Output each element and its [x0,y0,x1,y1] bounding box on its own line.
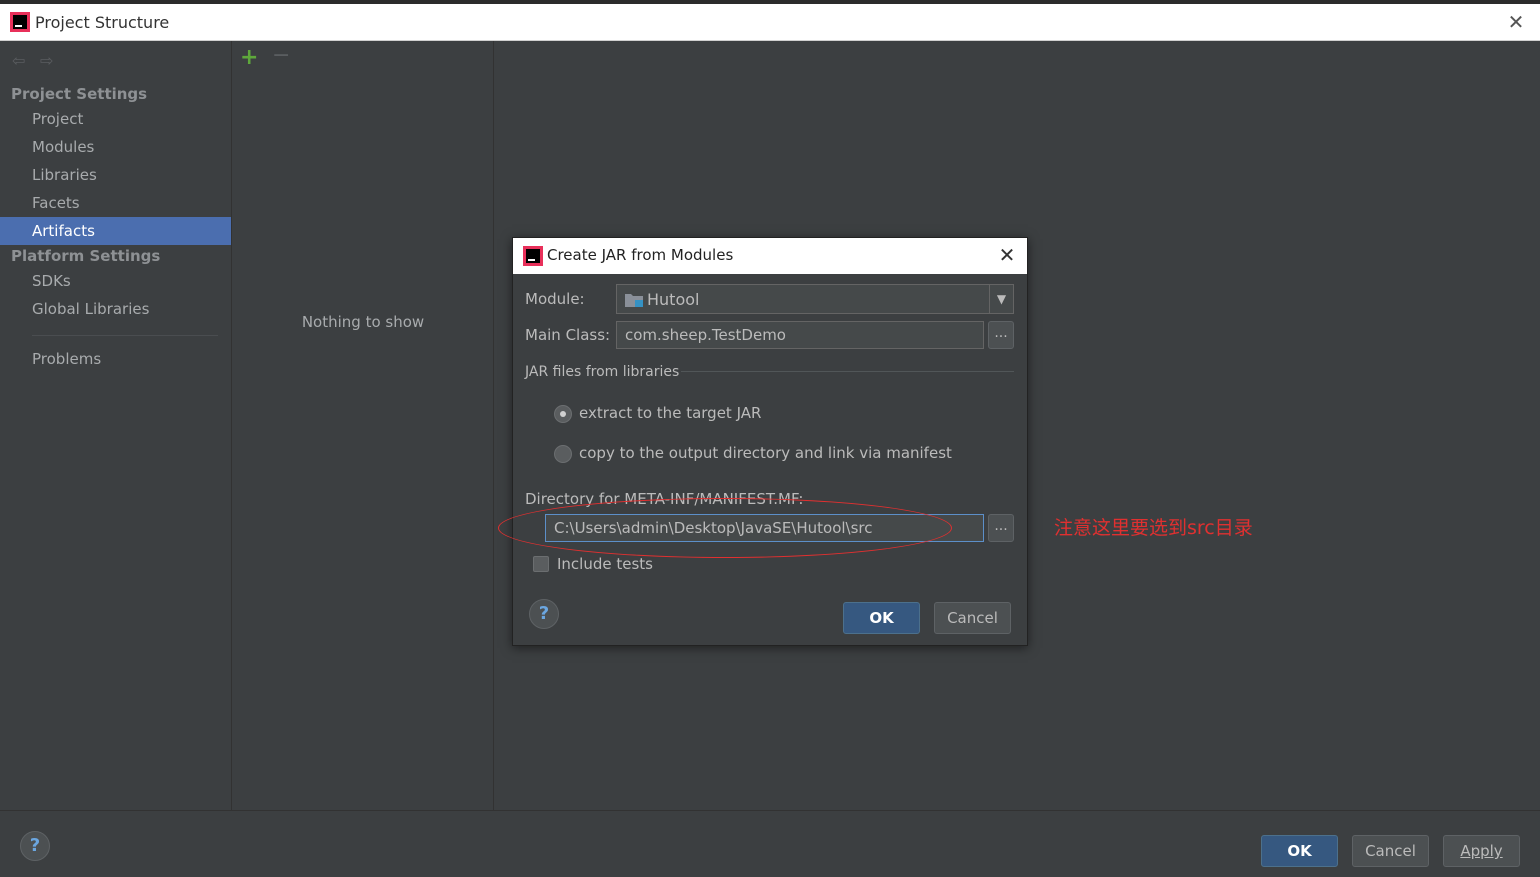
manifest-dir-browse-button[interactable]: ... [988,514,1014,542]
chevron-down-icon[interactable]: ▼ [989,285,1013,313]
manifest-dir-label: Directory for META-INF/MANIFEST.MF: [525,490,804,508]
sidebar-item-modules[interactable]: Modules [0,133,231,161]
extract-radio[interactable] [554,405,572,423]
ok-button[interactable]: OK [1261,835,1338,867]
dialog-button-bar: ? OK Cancel Apply [0,810,1540,877]
module-folder-icon [625,294,643,307]
dialog-close-icon[interactable]: ✕ [995,243,1019,267]
dialog-cancel-button[interactable]: Cancel [934,602,1011,634]
dialog-ok-button[interactable]: OK [843,602,920,634]
module-select[interactable]: Hutool ▼ [616,284,1014,314]
project-settings-header: Project Settings [11,85,148,103]
apply-button[interactable]: Apply [1443,835,1520,867]
window-title: Project Structure [35,13,170,32]
module-value: Hutool [647,290,700,309]
apply-label: Apply [1460,842,1503,860]
copy-radio-label[interactable]: copy to the output directory and link vi… [579,444,952,462]
create-jar-dialog: Create JAR from Modules ✕ Module: Hutool… [512,237,1028,646]
sidebar-item-sdks[interactable]: SDKs [0,267,231,295]
copy-radio[interactable] [554,445,572,463]
help-button[interactable]: ? [20,831,50,861]
forward-arrow-icon[interactable]: ⇨ [40,51,58,70]
nav-history: ⇦ ⇨ [12,51,68,70]
close-icon[interactable]: ✕ [1504,10,1528,34]
sidebar-divider [32,335,218,336]
main-class-browse-button[interactable]: ... [988,321,1014,349]
cancel-button[interactable]: Cancel [1352,835,1429,867]
intellij-logo-icon [523,246,543,266]
sidebar-item-project[interactable]: Project [0,105,231,133]
sidebar-item-facets[interactable]: Facets [0,189,231,217]
include-tests-checkbox[interactable] [533,556,549,572]
include-tests-label[interactable]: Include tests [557,555,653,573]
main-class-label: Main Class: [525,326,611,344]
remove-icon[interactable]: − [272,43,290,68]
back-arrow-icon[interactable]: ⇦ [12,51,30,70]
platform-settings-header: Platform Settings [11,247,161,265]
extract-radio-label[interactable]: extract to the target JAR [579,404,761,422]
sidebar-item-libraries[interactable]: Libraries [0,161,231,189]
sidebar-item-problems[interactable]: Problems [0,345,231,373]
sidebar-item-artifacts[interactable]: Artifacts [0,217,231,245]
sidebar-item-global-libraries[interactable]: Global Libraries [0,295,231,323]
window-titlebar: Project Structure ✕ [0,4,1540,41]
intellij-logo-icon [10,12,30,32]
dialog-title: Create JAR from Modules [547,246,734,264]
add-icon[interactable]: + [240,45,258,70]
annotation-text: 注意这里要选到src目录 [1054,517,1253,539]
settings-sidebar: ⇦ ⇨ Project Settings Project Modules Libr… [0,41,232,810]
manifest-dir-field[interactable]: C:\Users\admin\Desktop\JavaSE\Hutool\src [545,514,984,542]
dialog-titlebar: Create JAR from Modules ✕ [513,238,1027,274]
group-divider [681,371,1014,372]
artifacts-list-panel: + − Nothing to show [232,41,494,810]
module-label: Module: [525,290,585,308]
main-class-field[interactable]: com.sheep.TestDemo [616,321,984,349]
jar-files-group-label: JAR files from libraries [525,364,680,380]
dialog-help-button[interactable]: ? [529,599,559,629]
empty-list-text: Nothing to show [301,313,425,331]
